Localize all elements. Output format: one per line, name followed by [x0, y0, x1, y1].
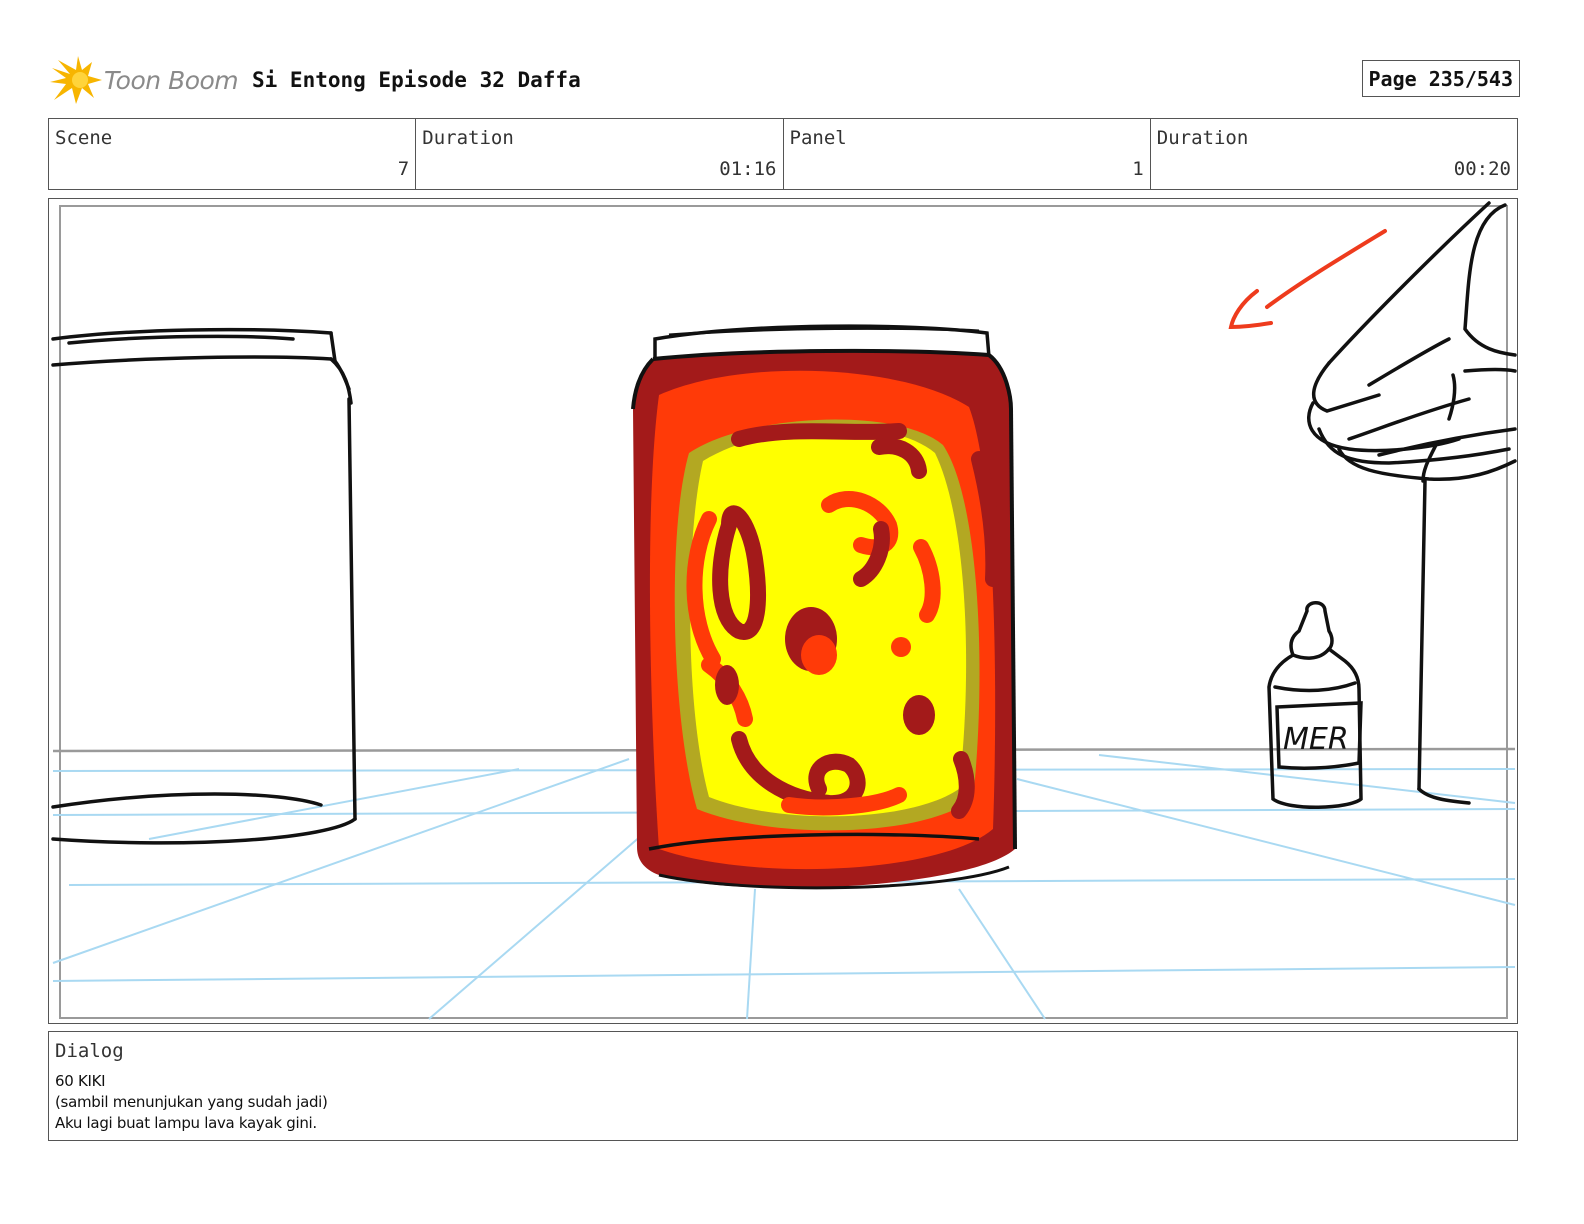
scene-duration-value: 01:16: [719, 158, 777, 180]
hand-drawing: [1307, 201, 1517, 805]
storyboard-panel: MER: [48, 198, 1518, 1024]
dialog-line: (sambil menunjukan yang sudah jadi): [55, 1093, 328, 1111]
star-burst-icon: [50, 56, 102, 104]
dialog-line: Aku lagi buat lampu lava kayak gini.: [55, 1114, 317, 1132]
scene-duration-label: Duration: [422, 127, 514, 149]
toon-boom-logo: Toon Boom: [48, 54, 248, 108]
lava-lamp-jar: [631, 324, 1017, 890]
scene-value: 7: [397, 158, 410, 180]
panel-drawing: MER: [51, 201, 1517, 1020]
page-number: Page 235/543: [1361, 60, 1520, 97]
panel-duration-label: Duration: [1156, 127, 1249, 149]
panel-value: 1: [1132, 158, 1144, 180]
scene-cell: Scene 7: [49, 119, 417, 189]
scene-info-table: Scene 7 Duration 01:16 Panel 1 Duration …: [48, 118, 1518, 190]
dialog-text: 60 KIKI (sambil menunjukan yang sudah ja…: [55, 1071, 328, 1134]
dialog-line: 60 KIKI: [55, 1072, 106, 1090]
dialog-label: Dialog: [55, 1040, 124, 1062]
panel-cell: Panel 1: [784, 119, 1151, 189]
project-title: Si Entong Episode 32 Daffa: [252, 68, 581, 92]
motion-arrow: [1228, 229, 1387, 330]
storyboard-header: Toon Boom Si Entong Episode 32 Daffa Pag…: [48, 52, 1520, 108]
panel-duration-value: 00:20: [1453, 158, 1511, 180]
scene-duration-cell: Duration 01:16: [416, 119, 784, 189]
scene-label: Scene: [55, 127, 113, 149]
bottle-label: MER: [1283, 722, 1349, 757]
empty-jar: [51, 327, 357, 845]
panel-duration-cell: Duration 00:20: [1151, 119, 1517, 189]
dialog-box: Dialog 60 KIKI (sambil menunjukan yang s…: [48, 1031, 1518, 1141]
brand-name: Toon Boom: [104, 66, 239, 95]
panel-label: Panel: [789, 127, 847, 149]
